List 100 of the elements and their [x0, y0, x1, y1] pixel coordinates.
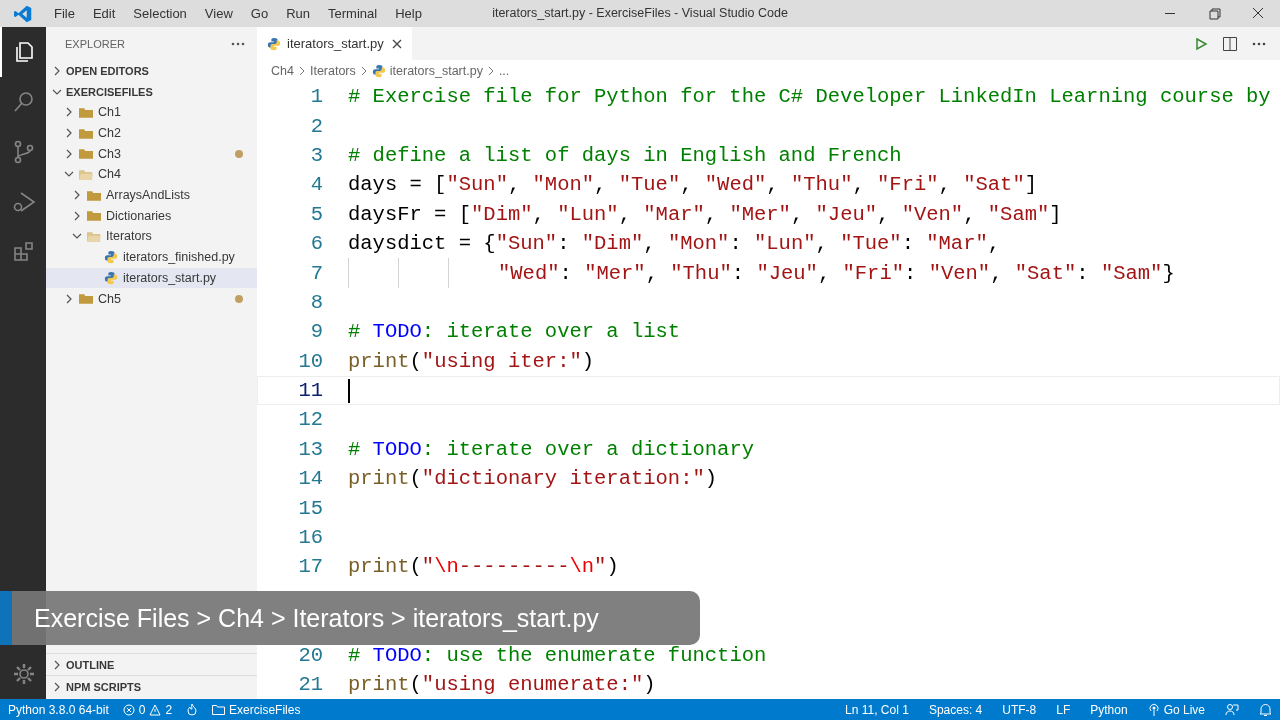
- menu-item[interactable]: Terminal: [320, 6, 386, 21]
- line-number: 20: [298, 643, 323, 667]
- caption-text: Exercise Files > Ch4 > Iterators > iterators_start.py: [34, 603, 599, 633]
- branch-icon[interactable]: [12, 140, 36, 164]
- run-icon[interactable]: [1194, 36, 1208, 51]
- python-file-icon: [104, 250, 118, 265]
- debug-icon[interactable]: [12, 190, 36, 214]
- line-number: 5: [310, 202, 323, 226]
- folder-icon: [87, 210, 101, 222]
- selected-file-row[interactable]: iterators_start.py: [46, 267, 257, 289]
- python-file-icon: [371, 64, 386, 78]
- chevron-right-icon[interactable]: [64, 293, 74, 304]
- python-file-icon: [267, 36, 281, 51]
- menu-item[interactable]: Run: [278, 6, 318, 21]
- encoding-status[interactable]: UTF-8: [1002, 702, 1037, 717]
- line-number: 2: [310, 114, 323, 138]
- feedback-icon[interactable]: [1225, 702, 1239, 717]
- folder-item[interactable]: Dictionaries: [106, 208, 172, 223]
- code-line: # TODO: iterate over a dictionary: [348, 437, 754, 461]
- line-number: 11: [298, 379, 323, 403]
- section-header[interactable]: NPM SCRIPTS: [66, 680, 142, 693]
- code-line: print("\n---------\n"): [348, 555, 619, 579]
- code-line: daysFr = ["Dim", "Lun", "Mar", "Mer", "Jeu", "Ven", "Sam"]: [348, 202, 1062, 226]
- bell-icon[interactable]: [1259, 702, 1272, 717]
- menu-item[interactable]: Help: [387, 6, 430, 21]
- section-header[interactable]: EXERCISEFILES: [66, 85, 153, 98]
- folder-item[interactable]: Ch5: [98, 291, 121, 306]
- flame-icon[interactable]: [186, 703, 199, 716]
- broadcast-icon[interactable]: [1147, 703, 1160, 716]
- text-cursor: [348, 378, 350, 403]
- chevron-right-icon[interactable]: [52, 659, 62, 670]
- folder-item[interactable]: Ch2: [98, 126, 121, 141]
- chevron-right-icon[interactable]: [72, 190, 82, 201]
- python-file-icon: [104, 270, 118, 285]
- line-number: 7: [310, 261, 323, 285]
- menu-item[interactable]: Go: [242, 6, 277, 21]
- language-status[interactable]: Python: [1090, 702, 1128, 717]
- interpreter-status[interactable]: Python 3.8.0 64-bit: [8, 702, 109, 717]
- chevron-right-icon[interactable]: [52, 681, 62, 692]
- warning-count[interactable]: 2: [165, 702, 173, 717]
- search-icon[interactable]: [12, 90, 36, 114]
- go-live-button[interactable]: Go Live: [1163, 702, 1205, 717]
- line-number: 8: [310, 290, 323, 314]
- breadcrumb[interactable]: Iterators: [309, 64, 356, 78]
- open-folder-icon: [79, 168, 93, 180]
- menu-item[interactable]: File: [46, 6, 83, 21]
- indentation-status[interactable]: Spaces: 4: [928, 702, 983, 717]
- settings-icon[interactable]: [12, 662, 36, 686]
- folder-icon: [79, 148, 93, 160]
- extensions-icon[interactable]: [12, 240, 36, 264]
- menu-item[interactable]: View: [196, 6, 241, 21]
- open-folder-icon: [87, 230, 101, 242]
- warning-icon[interactable]: [149, 703, 162, 716]
- line-number: 3: [310, 143, 323, 167]
- line-number: 6: [310, 232, 323, 256]
- folder-item[interactable]: Iterators: [106, 229, 152, 244]
- error-icon[interactable]: [122, 703, 135, 716]
- folder-icon[interactable]: [212, 704, 226, 715]
- line-number: 16: [298, 526, 323, 550]
- chevron-right-icon[interactable]: [72, 210, 82, 221]
- line-number: 10: [298, 349, 323, 373]
- file-row[interactable]: iterators_finished.py: [46, 246, 257, 268]
- line-number: 13: [298, 437, 323, 461]
- code-line: # TODO: use the enumerate function: [348, 643, 767, 667]
- line-number: 12: [298, 408, 323, 432]
- folder-item[interactable]: Ch3: [98, 146, 121, 161]
- chevron-right-icon[interactable]: [52, 65, 62, 76]
- breadcrumb[interactable]: Ch4: [271, 64, 294, 78]
- code-line: daysdict = {"Sun": "Dim", "Mon": "Lun", "Tue": "Mar",: [348, 232, 1001, 256]
- breadcrumb[interactable]: ...: [498, 64, 510, 78]
- chevron-right-icon[interactable]: [64, 128, 74, 139]
- code-line: days = ["Sun", "Mon", "Tue", "Wed", "Thu", "Fri", "Sat"]: [348, 173, 1037, 197]
- app-logo-icon: [14, 4, 32, 23]
- error-count[interactable]: 0: [138, 702, 146, 717]
- split-editor-icon[interactable]: [1222, 35, 1238, 52]
- line-number: 14: [298, 467, 323, 491]
- cursor-position[interactable]: Ln 11, Col 1: [845, 702, 909, 717]
- folder-item[interactable]: Ch4: [98, 167, 121, 182]
- line-ending-status[interactable]: LF: [1056, 702, 1071, 717]
- more-icon[interactable]: [231, 41, 245, 46]
- menu-item[interactable]: Selection: [125, 6, 195, 21]
- section-header[interactable]: OPEN EDITORS: [66, 64, 149, 77]
- folder-item[interactable]: ArraysAndLists: [106, 188, 191, 203]
- folder-icon: [87, 189, 101, 201]
- more-icon[interactable]: [1252, 41, 1266, 46]
- section-header[interactable]: OUTLINE: [66, 658, 115, 671]
- code-line: # TODO: iterate over a list: [348, 320, 681, 344]
- menu-item[interactable]: Edit: [84, 6, 124, 21]
- code-line: print("using enumerate:"): [348, 673, 656, 696]
- folder-item[interactable]: Ch1: [98, 105, 121, 120]
- folder-icon: [79, 127, 93, 139]
- breadcrumb[interactable]: iterators_start.py: [389, 64, 483, 78]
- editor-tab[interactable]: iterators_start.py: [257, 27, 412, 60]
- code-line: "Wed": "Mer", "Thu": "Jeu", "Fri": "Ven", "Sat": "Sam"}: [498, 261, 1175, 285]
- code-line: print("using iter:"): [348, 349, 595, 373]
- chevron-right-icon[interactable]: [64, 148, 74, 159]
- folder-status[interactable]: ExerciseFiles: [229, 702, 301, 717]
- chevron-right-icon[interactable]: [64, 107, 74, 118]
- chevron-right-icon: [486, 66, 495, 76]
- chevron-right-icon: [297, 66, 306, 76]
